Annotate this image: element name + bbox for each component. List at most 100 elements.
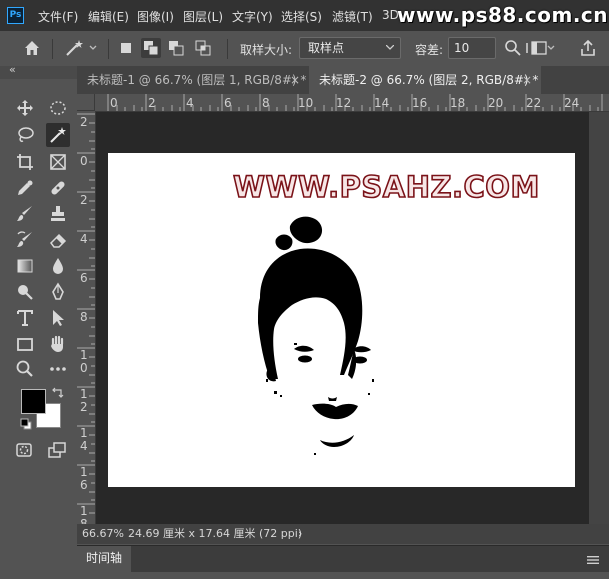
- magic-wand-icon[interactable]: [46, 123, 70, 147]
- sample-size-select[interactable]: 取样点: [299, 37, 401, 59]
- sample-size-label: 取样大小:: [240, 43, 293, 57]
- ruler-tick-label: 14: [374, 96, 390, 110]
- ruler-tick-label: 1 6: [80, 465, 88, 492]
- gradient-icon[interactable]: [13, 254, 37, 278]
- tolerance-label: 容差:: [415, 43, 444, 57]
- history-brush-icon[interactable]: [13, 228, 37, 252]
- menu-filter[interactable]: 滤镜(T): [332, 8, 373, 25]
- blur-icon[interactable]: [46, 254, 70, 278]
- brush-icon[interactable]: [13, 202, 37, 226]
- ruler-corner: [77, 94, 95, 111]
- screen-mode-icon[interactable]: [45, 438, 69, 462]
- type-icon[interactable]: [13, 306, 37, 330]
- foreground-color-swatch[interactable]: [21, 389, 46, 414]
- zoom-level[interactable]: 66.67%: [82, 524, 124, 544]
- chevron-down-icon: [386, 45, 394, 50]
- document-size: 24.69 厘米 x 17.64 厘米 (72 ppi): [128, 527, 303, 540]
- toolbar-header: «: [0, 63, 77, 79]
- ruler-tick-label: 4: [80, 232, 88, 246]
- document-canvas[interactable]: WWW.PSAHZ.COM: [108, 153, 575, 487]
- search-icon[interactable]: [503, 38, 523, 58]
- ruler-tick-label: 18: [450, 96, 466, 110]
- tools-panel: «: [0, 63, 77, 579]
- ruler-tick-label: 20: [488, 96, 504, 110]
- timeline-panel: 时间轴: [77, 545, 609, 573]
- more-tools-icon[interactable]: [46, 357, 70, 381]
- menu-select[interactable]: 选择(S): [281, 8, 322, 25]
- close-icon[interactable]: ×: [290, 66, 300, 94]
- vertical-ruler: 2 0 2 4 6 8 1 0 1 2 1 4 1 6 1 8: [77, 111, 96, 524]
- menu-image[interactable]: 图像(I): [137, 8, 174, 25]
- watermark-text: www.ps88.com.cn: [397, 3, 609, 27]
- ruler-tick-label: 0: [110, 96, 118, 110]
- eyedropper-icon[interactable]: [13, 176, 37, 200]
- tab-document-1[interactable]: 未标题-1 @ 66.7% (图层 1, RGB/8#) * ×: [77, 66, 309, 94]
- ruler-tick-label: 16: [412, 96, 428, 110]
- home-icon[interactable]: [22, 38, 42, 58]
- ruler-tick-label: 12: [336, 96, 352, 110]
- ruler-tick-label: 4: [186, 96, 194, 110]
- share-icon[interactable]: [578, 38, 598, 58]
- bottom-strip: [0, 572, 609, 579]
- lasso-icon[interactable]: [13, 123, 37, 147]
- menu-type[interactable]: 文字(Y): [232, 8, 273, 25]
- hand-icon[interactable]: [46, 332, 70, 356]
- ruler-tick-label: 2: [80, 115, 88, 129]
- ruler-tick-label: 1 2: [80, 387, 88, 414]
- status-menu-arrow-icon[interactable]: ›: [298, 524, 302, 544]
- path-selection-icon[interactable]: [46, 306, 70, 330]
- ruler-tick-label: 0: [80, 154, 88, 168]
- close-icon[interactable]: ×: [522, 66, 532, 94]
- workspace-icon[interactable]: [522, 38, 556, 58]
- sample-size-value: 取样点: [308, 41, 345, 55]
- crop-icon[interactable]: [13, 150, 37, 174]
- new-selection-icon[interactable]: [116, 38, 136, 58]
- tab-title: 未标题-2 @ 66.7% (图层 2, RGB/8#) *: [319, 73, 539, 87]
- ruler-tick-label: 2: [80, 193, 88, 207]
- ruler-tick-label: 8: [80, 310, 88, 324]
- vertical-scrollbar[interactable]: [589, 112, 609, 524]
- menu-layer[interactable]: 图层(L): [183, 8, 223, 25]
- magic-wand-preset-icon[interactable]: [64, 38, 100, 58]
- ruler-tick-label: 10: [298, 96, 314, 110]
- document-tabs: 未标题-1 @ 66.7% (图层 1, RGB/8#) * × 未标题-2 @…: [77, 66, 609, 94]
- ruler-tick-label: 1 4: [80, 426, 88, 453]
- ruler-tick-label: 1 8: [80, 504, 88, 525]
- ruler-tick-label: 6: [224, 96, 232, 110]
- tolerance-input[interactable]: 10: [448, 37, 496, 59]
- ruler-tick-label: 1 0: [80, 348, 88, 375]
- intersect-selection-icon[interactable]: [193, 38, 213, 58]
- swap-colors-icon[interactable]: [51, 387, 65, 399]
- marquee-icon[interactable]: [46, 96, 70, 120]
- stamp-icon[interactable]: [46, 202, 70, 226]
- subtract-selection-icon[interactable]: [166, 38, 186, 58]
- hamburger-icon[interactable]: [587, 554, 599, 564]
- timeline-tab[interactable]: 时间轴: [77, 546, 132, 573]
- dodge-icon[interactable]: [13, 280, 37, 304]
- ruler-tick-label: 24: [564, 96, 580, 110]
- pen-icon[interactable]: [46, 280, 70, 304]
- menu-edit[interactable]: 编辑(E): [88, 8, 129, 25]
- add-to-selection-icon[interactable]: [141, 38, 161, 58]
- tab-document-2[interactable]: 未标题-2 @ 66.7% (图层 2, RGB/8#) * ×: [309, 66, 541, 94]
- ruler-tick-label: 22: [526, 96, 542, 110]
- status-bar: 66.67% 24.69 厘米 x 17.64 厘米 (72 ppi) ›: [77, 524, 609, 544]
- quick-mask-icon[interactable]: [12, 438, 36, 462]
- healing-brush-icon[interactable]: [46, 176, 70, 200]
- eraser-icon[interactable]: [46, 228, 70, 252]
- menu-file[interactable]: 文件(F): [38, 8, 78, 25]
- frame-icon[interactable]: [46, 150, 70, 174]
- tab-title: 未标题-1 @ 66.7% (图层 1, RGB/8#) *: [87, 73, 307, 87]
- collapse-icon[interactable]: «: [9, 63, 16, 76]
- canvas-watermark-text: WWW.PSAHZ.COM: [232, 169, 540, 205]
- photoshop-logo[interactable]: Ps: [7, 7, 24, 24]
- menu-bar: Ps 文件(F) 编辑(E) 图像(I) 图层(L) 文字(Y) 选择(S) 滤…: [0, 0, 609, 31]
- move-icon[interactable]: [13, 96, 37, 120]
- default-colors-icon[interactable]: [20, 418, 32, 430]
- ruler-tick-label: 6: [80, 271, 88, 285]
- ruler-tick-label: 2: [148, 96, 156, 110]
- options-bar: 取样大小: 取样点 容差: 10: [0, 31, 609, 67]
- ruler-tick-label: 8: [262, 96, 270, 110]
- rectangle-icon[interactable]: [13, 332, 37, 356]
- zoom-icon[interactable]: [13, 357, 37, 381]
